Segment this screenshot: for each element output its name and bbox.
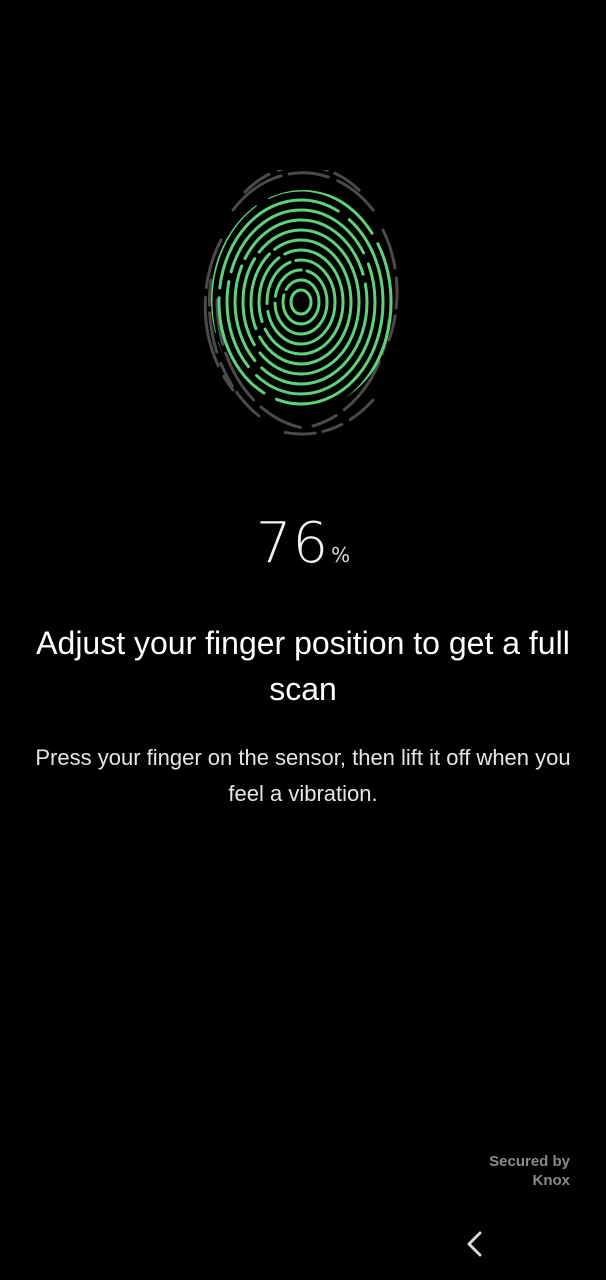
secured-line-1: Secured by bbox=[489, 1153, 570, 1170]
progress-value: 76 bbox=[255, 511, 330, 576]
secured-by-knox-label: Secured by Knox bbox=[489, 1152, 570, 1190]
progress-unit: % bbox=[331, 543, 351, 567]
fingerprint-progress-graphic bbox=[193, 170, 413, 440]
scan-progress: 76% bbox=[0, 516, 606, 572]
back-button[interactable] bbox=[452, 1222, 496, 1266]
secured-line-2: Knox bbox=[532, 1172, 571, 1189]
chevron-left-icon bbox=[467, 1231, 482, 1257]
fingerprint-icon bbox=[203, 170, 399, 436]
instruction-title: Adjust your finger position to get a ful… bbox=[36, 625, 570, 707]
instruction-description: Press your finger on the sensor, then li… bbox=[35, 745, 571, 806]
fingerprint-enrollment-screen: 76% Adjust your finger position to get a… bbox=[0, 0, 606, 1280]
